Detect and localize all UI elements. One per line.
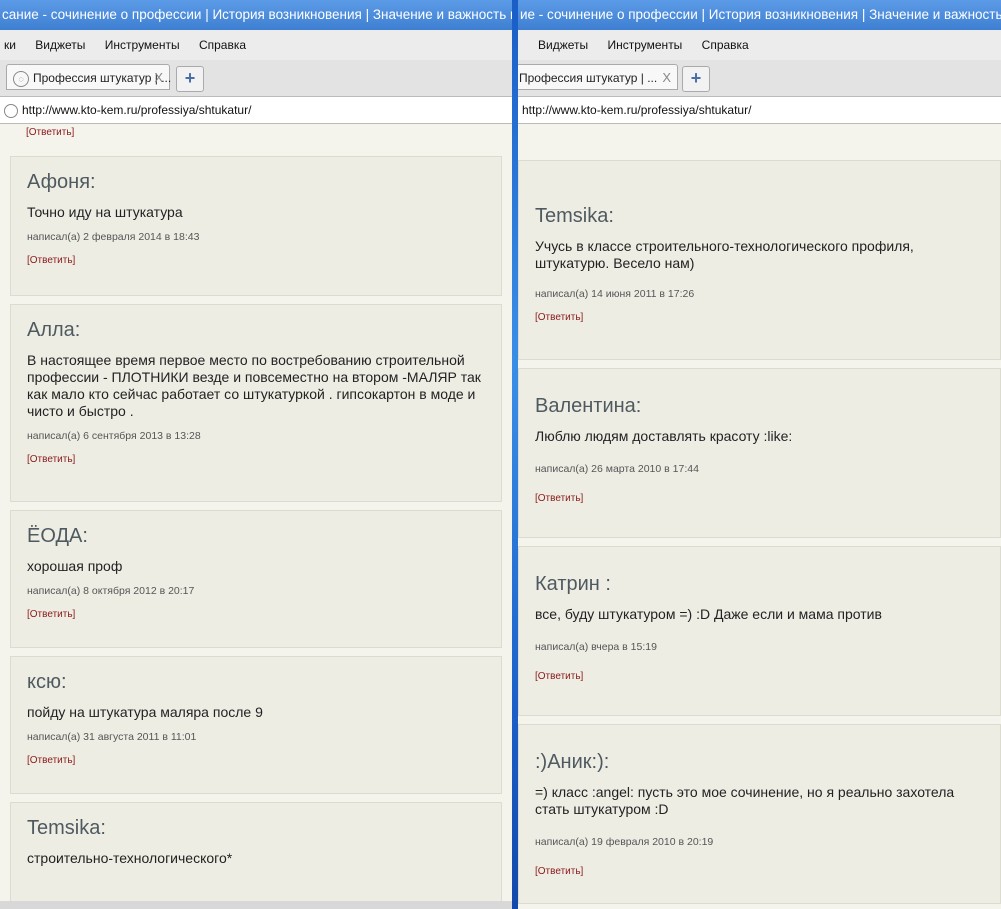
menu-bar: ки Виджеты Инструменты Справка — [0, 30, 512, 60]
tab-profession[interactable]: Профессия штукатур | ... X — [518, 64, 678, 90]
comment-meta: написал(а) 31 августа 2011 в 11:01 — [27, 731, 197, 743]
window-title: сание - сочинение о профессии | История … — [0, 0, 512, 30]
reply-link[interactable]: [Ответить] — [27, 755, 489, 766]
comment-author: :)Аник:): — [535, 751, 610, 773]
right-browser-window: ие - сочинение о профессии | История воз… — [518, 0, 1001, 909]
left-browser-window: сание - сочинение о профессии | История … — [0, 0, 512, 909]
comment-author: ксю: — [27, 671, 67, 693]
comment: Валентина: Люблю людям доставлять красот… — [518, 368, 1001, 538]
comment: :)Аник:): =) класс :angel: пусть это мое… — [518, 724, 1001, 904]
menu-item-widgets[interactable]: Виджеты — [538, 30, 588, 60]
comment-text: строительно-технологического* — [27, 850, 233, 866]
close-tab-icon[interactable]: X — [662, 65, 671, 91]
address-url[interactable]: http://www.kto-kem.ru/professiya/shtukat… — [22, 103, 251, 117]
reply-link[interactable]: [Ответить] — [27, 609, 489, 620]
reply-link[interactable]: [Ответить] — [535, 312, 988, 323]
comment-text: хорошая проф — [27, 558, 123, 574]
horizontal-scrollbar[interactable] — [0, 901, 512, 909]
comment-meta: написал(а) 14 июня 2011 в 17:26 — [535, 288, 695, 300]
close-tab-icon[interactable]: X — [154, 65, 163, 91]
comment-author: Temsika: — [27, 817, 106, 839]
new-tab-button[interactable]: + — [682, 66, 710, 92]
menu-item-widgets[interactable]: Виджеты — [35, 30, 85, 60]
menu-bar: Виджеты Инструменты Справка — [518, 30, 1001, 60]
comment: ксю: пойду на штукатура маляра после 9 н… — [10, 656, 502, 794]
comment-text: пойду на штукатура маляра после 9 — [27, 704, 263, 720]
reply-link[interactable]: [Ответить] — [535, 671, 988, 682]
reply-link[interactable]: [Ответить] — [27, 454, 489, 465]
reply-link[interactable]: [Ответить] — [0, 123, 512, 138]
tab-bar: Профессия штукатур | ... X + — [518, 60, 1001, 97]
comment: Алла: В настоящее время первое место по … — [10, 304, 502, 502]
comment: Катрин : все, буду штукатуром =) :D Даже… — [518, 546, 1001, 716]
address-url[interactable]: http://www.kto-kem.ru/professiya/shtukat… — [522, 103, 751, 117]
comment-author: Валентина: — [535, 395, 642, 417]
comment-text: Точно иду на штукатура — [27, 204, 183, 220]
comment-text: Учусь в классе строительного-технологиче… — [535, 238, 914, 271]
comment-meta: написал(а) 26 марта 2010 в 17:44 — [535, 463, 699, 475]
comment: Temsika: строительно-технологического* — [10, 802, 502, 909]
address-bar[interactable]: http://www.kto-kem.ru/professiya/shtukat… — [0, 97, 512, 124]
menu-item-help[interactable]: Справка — [702, 30, 749, 60]
comment: Афоня: Точно иду на штукатура написал(а)… — [10, 156, 502, 296]
comment-meta: написал(а) 6 сентября 2013 в 13:28 — [27, 430, 201, 442]
comment-author: Афоня: — [27, 171, 96, 193]
reply-link[interactable]: [Ответить] — [535, 493, 988, 504]
new-tab-button[interactable]: + — [176, 66, 204, 92]
comment-meta: написал(а) 8 октября 2012 в 20:17 — [27, 585, 195, 597]
comment-text: =) класс :angel: пусть это мое сочинение… — [535, 784, 955, 817]
comments-list: [Ответить] Афоня: Точно иду на штукатура… — [0, 123, 512, 909]
tab-label: Профессия штукатур | ... — [33, 71, 172, 85]
menu-item-partial[interactable]: ки — [4, 30, 16, 60]
menu-item-help[interactable]: Справка — [199, 30, 246, 60]
comment-meta: написал(а) 19 февраля 2010 в 20:19 — [535, 836, 714, 848]
comment: ЁОДА: хорошая проф написал(а) 8 октября … — [10, 510, 502, 648]
site-icon — [4, 103, 18, 118]
reply-link[interactable]: [Ответить] — [27, 255, 489, 266]
window-title: ие - сочинение о профессии | История воз… — [518, 0, 1001, 30]
menu-item-tools[interactable]: Инструменты — [105, 30, 180, 60]
address-bar[interactable]: http://www.kto-kem.ru/professiya/shtukat… — [518, 97, 1001, 124]
tab-profession[interactable]: ◌ Профессия штукатур | ... X — [6, 64, 172, 91]
comment-text: В настоящее время первое место по востре… — [27, 352, 481, 419]
comment-text: все, буду штукатуром =) :D Даже если и м… — [535, 606, 882, 622]
comment: Temsika: Учусь в классе строительного-те… — [518, 160, 1001, 360]
comment-author: Катрин : — [535, 573, 611, 595]
tab-label: Профессия штукатур | ... — [519, 71, 658, 85]
page-loading-icon: ◌ — [13, 70, 29, 87]
comment-author: Алла: — [27, 319, 81, 341]
comments-list: Temsika: Учусь в классе строительного-те… — [518, 160, 1001, 909]
tab-bar: ◌ Профессия штукатур | ... X + — [0, 60, 512, 97]
comment-author: Temsika: — [535, 205, 614, 227]
reply-link[interactable]: [Ответить] — [535, 866, 988, 877]
comment-author: ЁОДА: — [27, 525, 88, 547]
comment-meta: написал(а) вчера в 15:19 — [535, 641, 657, 653]
comment-text: Люблю людям доставлять красоту :like: — [535, 428, 793, 444]
menu-item-tools[interactable]: Инструменты — [607, 30, 682, 60]
comment-meta: написал(а) 2 февраля 2014 в 18:43 — [27, 231, 200, 243]
